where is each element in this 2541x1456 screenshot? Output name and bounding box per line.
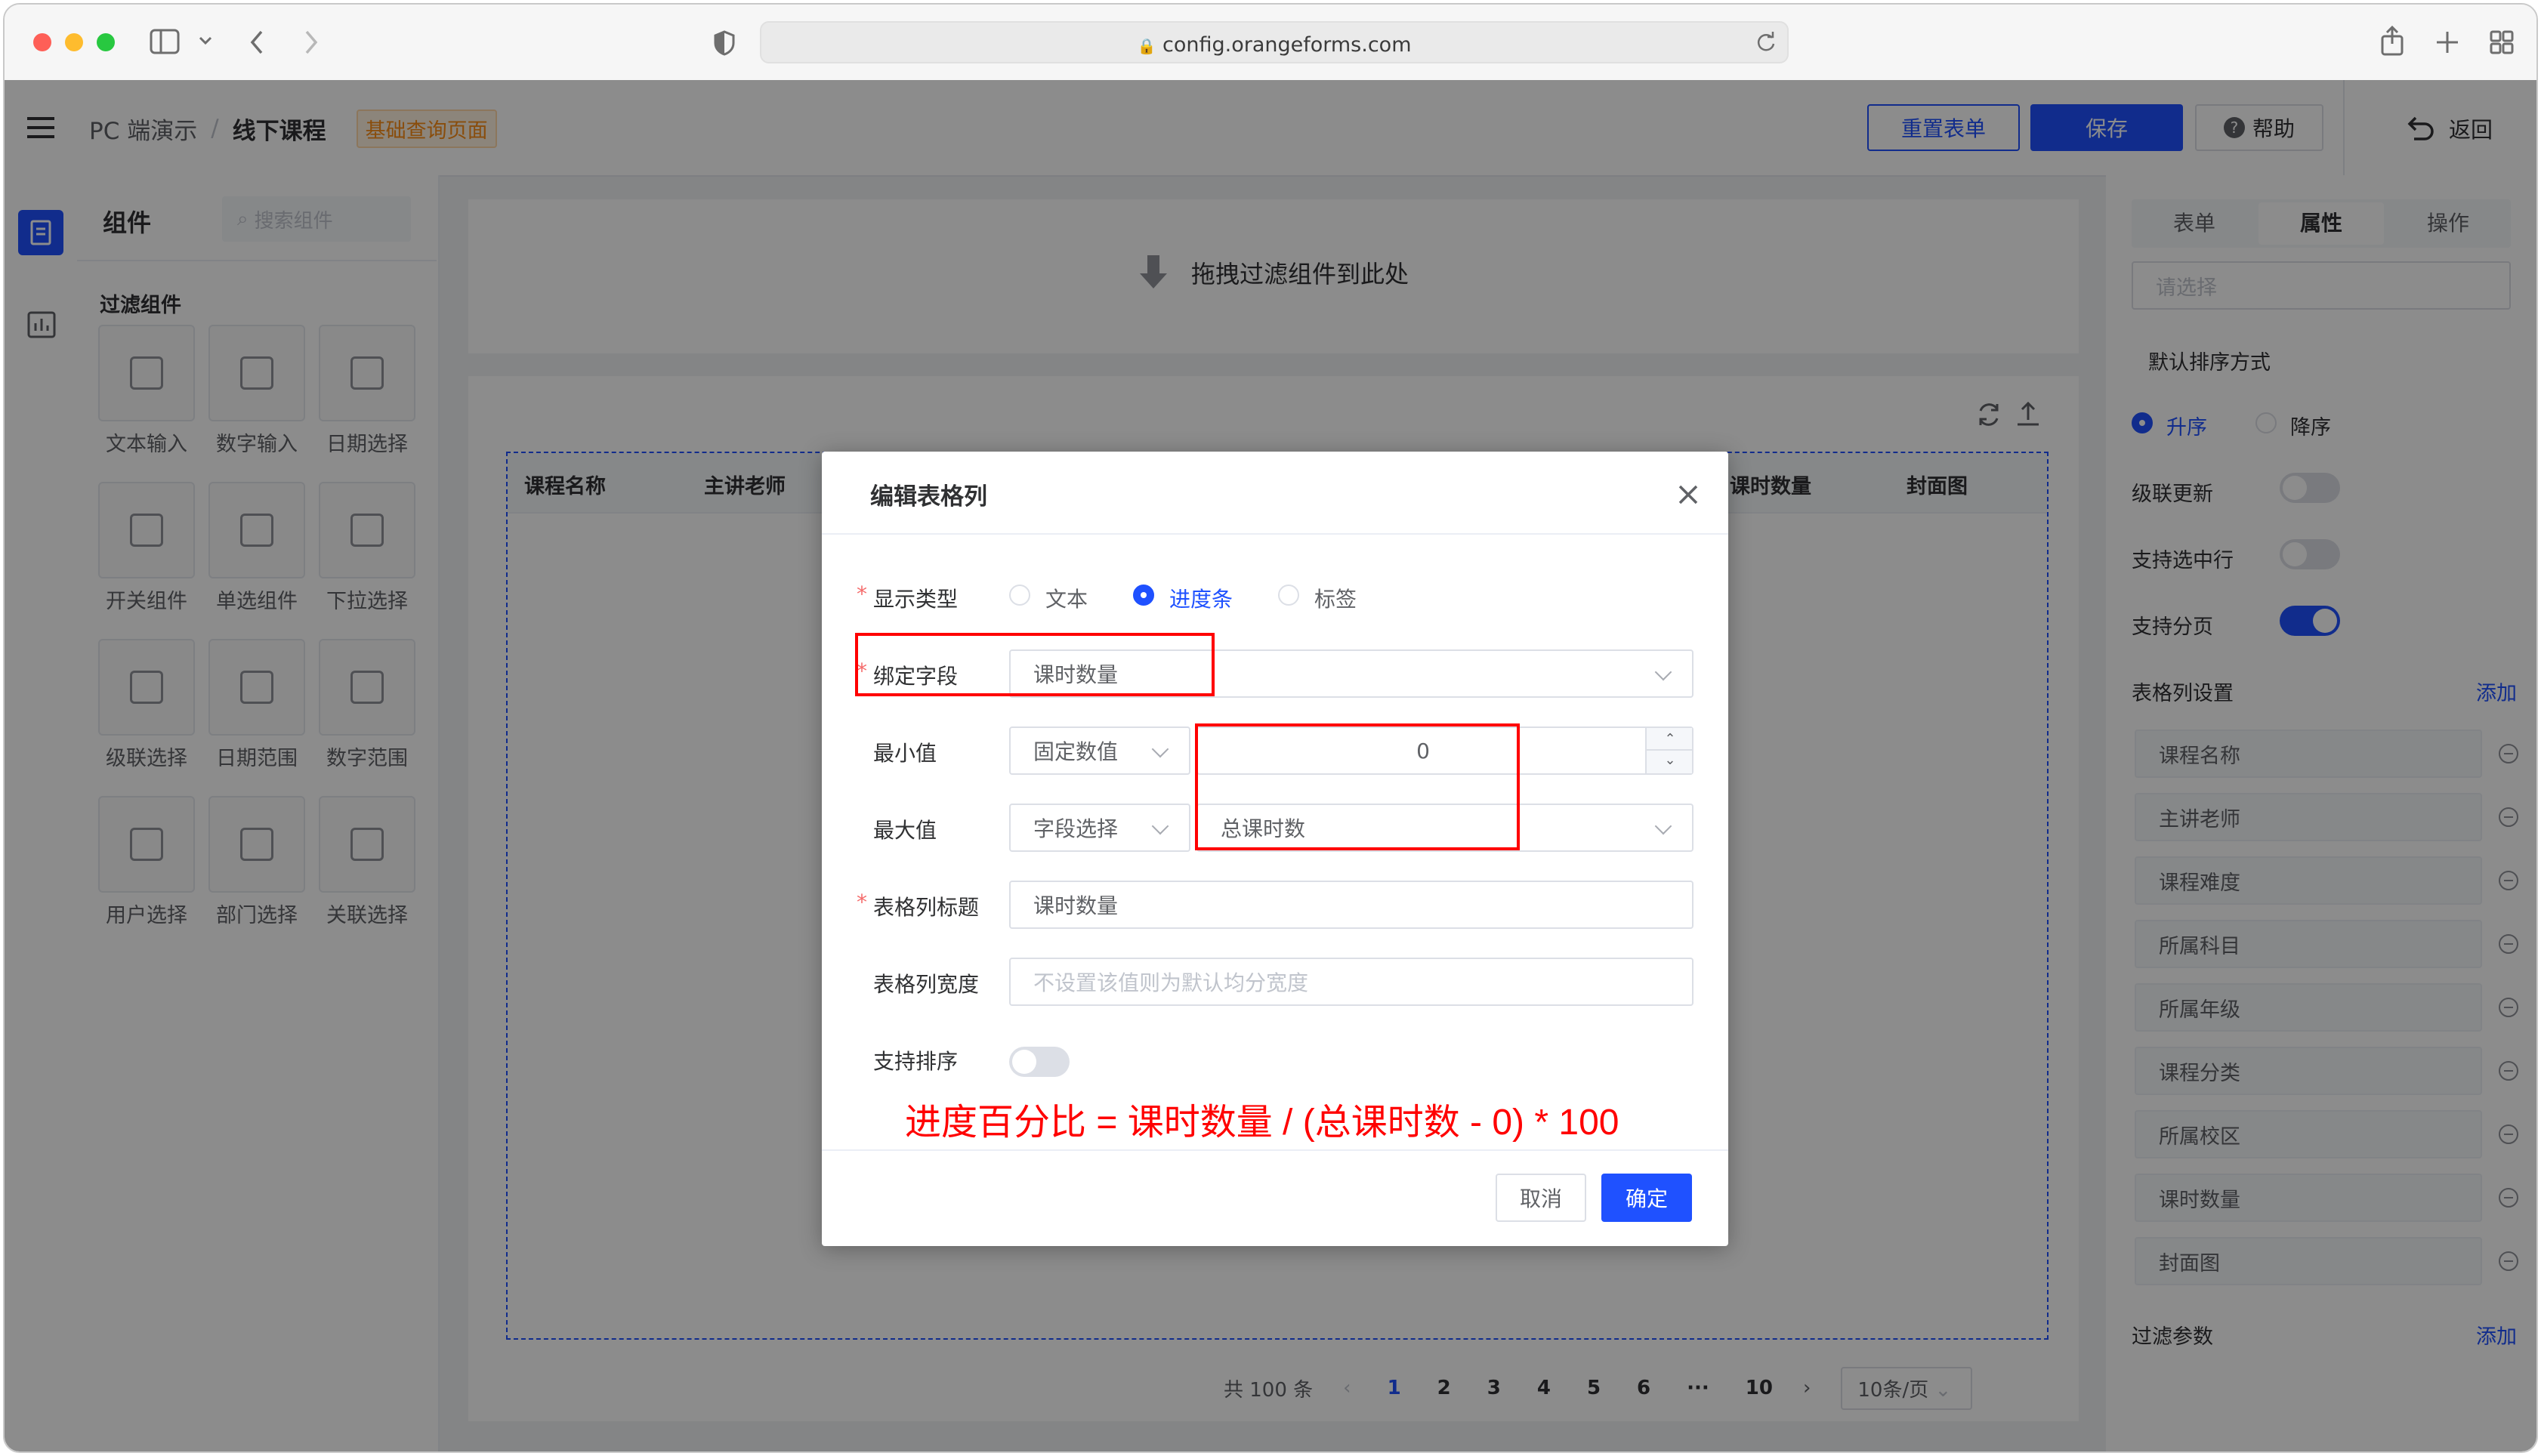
display-type-tag-label: 标签 <box>1314 587 1357 612</box>
column-width-label: 表格列宽度 <box>873 972 980 997</box>
close-window-button[interactable] <box>33 33 51 51</box>
max-mode-select[interactable]: 字段选择 <box>1009 804 1190 852</box>
dialog-header-divider <box>822 533 1728 535</box>
forward-arrow-icon[interactable] <box>302 29 320 56</box>
reload-icon[interactable] <box>1755 32 1777 53</box>
sortable-label: 支持排序 <box>873 1049 959 1074</box>
display-type-progress-radio[interactable] <box>1133 585 1154 606</box>
minimize-window-button[interactable] <box>65 33 83 51</box>
browser-window: 🔒 config.orangeforms.com PC 端演示 / 线下课程 基… <box>3 3 2538 1453</box>
required-mark: * <box>857 581 867 606</box>
decrease-icon[interactable]: ⌄ <box>1647 751 1693 773</box>
tab-overview-icon[interactable] <box>2490 30 2514 54</box>
confirm-button[interactable]: 确定 <box>1601 1174 1692 1222</box>
back-arrow-icon[interactable] <box>248 29 266 56</box>
formula-annotation: 进度百分比 = 课时数量 / (总课时数 - 0) * 100 <box>905 1103 1619 1143</box>
min-mode-select[interactable]: 固定数值 <box>1009 726 1190 775</box>
sortable-switch[interactable] <box>1009 1047 1070 1077</box>
edit-column-dialog: 编辑表格列 * 显示类型 文本 进度条 标签 * 绑定字段 课时数量 最小值 固… <box>822 452 1728 1246</box>
column-title-label: 表格列标题 <box>873 895 980 920</box>
sidebar-toggle-icon[interactable] <box>150 29 180 54</box>
cancel-button[interactable]: 取消 <box>1496 1174 1586 1222</box>
column-title-input[interactable]: 课时数量 <box>1009 881 1693 929</box>
browser-toolbar: 🔒 config.orangeforms.com <box>5 5 2536 82</box>
dialog-title: 编辑表格列 <box>870 483 987 511</box>
chevron-down-icon <box>1654 817 1672 835</box>
lock-icon: 🔒 <box>1137 37 1156 55</box>
share-icon[interactable] <box>2379 26 2405 56</box>
new-tab-icon[interactable] <box>2435 30 2459 54</box>
required-mark: * <box>857 890 867 915</box>
max-mode-value: 字段选择 <box>1033 816 1119 841</box>
annotation-box-min-max <box>1195 723 1520 850</box>
url-value: config.orangeforms.com <box>1162 33 1412 57</box>
column-width-placeholder: 不设置该值则为默认均分宽度 <box>1033 970 1309 995</box>
increase-icon[interactable]: ⌃ <box>1647 728 1693 751</box>
column-title-value: 课时数量 <box>1033 893 1119 918</box>
url-text: 🔒 config.orangeforms.com <box>761 33 1787 57</box>
min-mode-value: 固定数值 <box>1033 739 1119 764</box>
stepper-controls: ⌃ ⌄ <box>1645 728 1693 773</box>
address-bar[interactable]: 🔒 config.orangeforms.com <box>760 21 1789 63</box>
dialog-footer-divider <box>822 1149 1728 1151</box>
max-value-label: 最大值 <box>873 818 937 843</box>
display-type-tag-radio[interactable] <box>1278 585 1299 606</box>
zoom-window-button[interactable] <box>97 33 115 51</box>
chevron-down-icon <box>1654 663 1672 681</box>
chevron-down-icon[interactable] <box>198 35 213 47</box>
display-type-label: 显示类型 <box>873 587 959 612</box>
display-type-progress-label: 进度条 <box>1169 587 1233 612</box>
close-icon[interactable] <box>1678 485 1698 504</box>
chevron-down-icon <box>1151 740 1169 758</box>
display-type-text-radio[interactable] <box>1009 585 1030 606</box>
annotation-box-bind-field <box>855 633 1215 696</box>
display-type-text-label: 文本 <box>1045 587 1088 612</box>
column-width-input[interactable]: 不设置该值则为默认均分宽度 <box>1009 958 1693 1006</box>
shield-icon[interactable] <box>713 30 736 56</box>
min-value-label: 最小值 <box>873 741 937 766</box>
chevron-down-icon <box>1151 817 1169 835</box>
